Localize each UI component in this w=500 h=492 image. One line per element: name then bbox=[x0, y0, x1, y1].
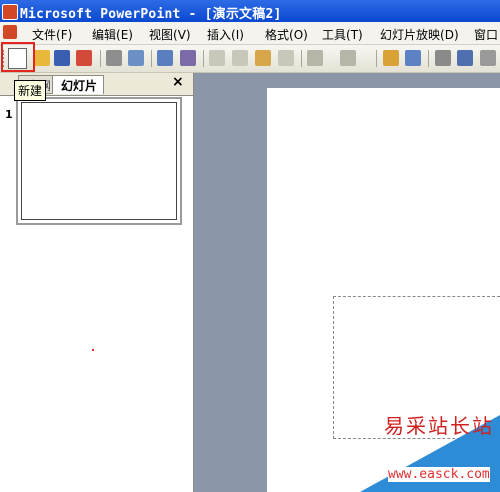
menu-tools-label: 工具 bbox=[322, 28, 347, 42]
permission-icon[interactable] bbox=[76, 50, 92, 66]
cut-icon[interactable] bbox=[209, 50, 225, 66]
format-painter-icon[interactable] bbox=[278, 50, 294, 66]
menu-slideshow-key: (D) bbox=[440, 28, 459, 42]
tab-slides[interactable]: 幻灯片 bbox=[52, 75, 105, 94]
toolbar-separator bbox=[301, 50, 302, 67]
menu-format-label: 格式 bbox=[265, 28, 290, 42]
redo-icon[interactable] bbox=[340, 50, 356, 66]
save-icon[interactable] bbox=[54, 50, 70, 66]
toolbar-separator bbox=[376, 50, 377, 67]
slide-number: 1 bbox=[5, 108, 13, 121]
toolbar-separator bbox=[151, 50, 152, 67]
insert-table-icon[interactable] bbox=[405, 50, 421, 66]
menu-edit[interactable]: 编辑(E) bbox=[92, 26, 133, 43]
menu-view-label: 视图 bbox=[149, 28, 174, 42]
menu-file-label: 文件 bbox=[32, 28, 57, 42]
menu-view-key: (V) bbox=[173, 28, 191, 42]
close-pane-icon[interactable]: × bbox=[172, 74, 184, 90]
spelling-icon[interactable] bbox=[157, 50, 173, 66]
watermark-text: 易采站长站 bbox=[384, 414, 494, 438]
toolbar-separator bbox=[203, 50, 204, 67]
menu-insert[interactable]: 插入(I) bbox=[207, 26, 244, 43]
menu-slideshow[interactable]: 幻灯片放映(D) bbox=[380, 26, 459, 43]
cursor-dot bbox=[92, 349, 94, 351]
print-preview-icon[interactable] bbox=[128, 50, 144, 66]
menu-format[interactable]: 格式(O) bbox=[265, 26, 308, 43]
menu-edit-label: 编辑 bbox=[92, 28, 117, 42]
menu-file-key: (F) bbox=[56, 28, 73, 42]
slide-thumbnail-inner bbox=[21, 102, 177, 220]
research-icon[interactable] bbox=[180, 50, 196, 66]
insert-chart-icon[interactable] bbox=[383, 50, 399, 66]
title-bar: Microsoft PowerPoint - [演示文稿2] bbox=[0, 0, 500, 22]
print-icon[interactable] bbox=[106, 50, 122, 66]
show-formatting-icon[interactable] bbox=[457, 50, 473, 66]
menu-window[interactable]: 窗口 bbox=[474, 26, 498, 43]
paste-icon[interactable] bbox=[255, 50, 271, 66]
menu-edit-key: (E) bbox=[116, 28, 133, 42]
menu-insert-label: 插入 bbox=[207, 28, 232, 42]
undo-icon[interactable] bbox=[307, 50, 323, 66]
menu-view[interactable]: 视图(V) bbox=[149, 26, 191, 43]
expand-all-icon[interactable] bbox=[435, 50, 451, 66]
toolbar-separator bbox=[428, 50, 429, 67]
menu-slideshow-label: 幻灯片放映 bbox=[380, 28, 441, 42]
grid-icon[interactable] bbox=[480, 50, 496, 66]
toolbar-separator bbox=[100, 50, 101, 67]
document-icon[interactable] bbox=[3, 25, 17, 39]
menu-tools-key: (T) bbox=[346, 28, 363, 42]
menu-file[interactable]: 文件(F) bbox=[32, 26, 72, 43]
menu-insert-key: (I) bbox=[231, 28, 244, 42]
watermark-url: www.easck.com bbox=[388, 467, 490, 482]
menu-tools[interactable]: 工具(T) bbox=[322, 26, 363, 43]
standard-toolbar bbox=[0, 45, 500, 73]
menu-format-key: (O) bbox=[289, 28, 308, 42]
menu-window-label: 窗口 bbox=[474, 28, 499, 42]
window-title: Microsoft PowerPoint - [演示文稿2] bbox=[20, 7, 282, 22]
new-button-highlight bbox=[1, 42, 35, 72]
menu-bar: 文件(F) 编辑(E) 视图(V) 插入(I) 格式(O) 工具(T) 幻灯片放… bbox=[0, 22, 500, 45]
open-icon[interactable] bbox=[34, 50, 50, 66]
new-tooltip: 新建 bbox=[14, 80, 47, 101]
powerpoint-app-icon[interactable] bbox=[2, 4, 18, 20]
copy-icon[interactable] bbox=[232, 50, 248, 66]
